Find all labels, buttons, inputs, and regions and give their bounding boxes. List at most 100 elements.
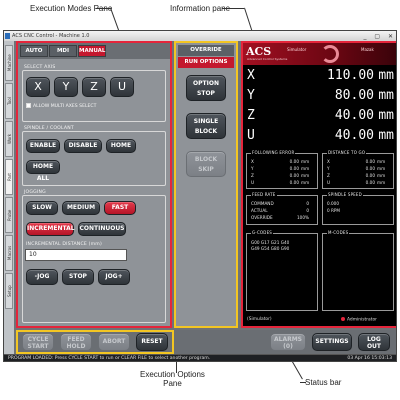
distance-to-go-row: Y 0.00 mm <box>327 166 385 171</box>
tab-auto[interactable]: AUTO <box>20 45 48 57</box>
vtab-work[interactable]: Work <box>5 121 13 157</box>
feed-hold-line-2: HOLD <box>66 343 86 350</box>
row-axis: X <box>327 159 330 164</box>
logout-line-2: OUT <box>366 343 382 350</box>
vtab-part[interactable]: Part <box>5 159 13 195</box>
row-value: 0.00 <box>365 166 375 171</box>
tab-manual[interactable]: MANUAL <box>78 45 106 57</box>
vtab-probe[interactable]: Probe <box>5 197 13 233</box>
logo-subtitle: Advanced Control Systems <box>247 57 288 61</box>
run-options-header[interactable]: RUN OPTIONS <box>178 57 234 68</box>
banner-simulator-label: Simulator <box>287 47 307 52</box>
reset-button[interactable]: RESET <box>136 333 168 351</box>
m-codes-panel: M-CODES <box>322 230 394 311</box>
row-axis: Z <box>327 173 330 178</box>
disable-button[interactable]: DISABLE <box>64 139 102 153</box>
row-label: OVERRIDE <box>251 215 273 220</box>
following-error-row: X 0.00 mm <box>251 159 309 164</box>
cycle-start-line-2: START <box>27 343 49 350</box>
allow-multi-axes-row[interactable]: ALLOW MULTI AXES SELECT <box>26 103 96 109</box>
following-error-row: Z 0.00 mm <box>251 173 309 178</box>
g-codes-list: G00 G17 G21 G40 G49 G54 G80 G90 <box>251 240 290 251</box>
row-value: 0.00 <box>365 173 375 178</box>
single-block-line-1: SINGLE <box>193 118 219 125</box>
following-error-panel: FOLLOWING ERROR X 0.00 mm Y 0.00 mm Z 0.00 mm … <box>246 150 318 189</box>
jog-minus-button[interactable]: -JOG <box>26 269 58 285</box>
dro-row-u: U 40.00 mm <box>247 128 396 145</box>
row-axis: Y <box>251 166 254 171</box>
feed-rate-row: COMMAND 0 <box>251 201 309 206</box>
jog-medium-button[interactable]: MEDIUM <box>62 201 100 215</box>
row-value: 0.00 <box>289 159 299 164</box>
single-block-button[interactable]: SINGLE BLOCK <box>186 113 226 139</box>
user-name: Administrator <box>347 317 377 323</box>
row-axis: Y <box>327 166 330 171</box>
allow-multi-axes-checkbox[interactable] <box>26 103 31 108</box>
simulator-label: (Simulator) <box>247 317 272 322</box>
alarms-button[interactable]: ALARMS (0) <box>270 333 306 351</box>
app-window: ACS CNC Control - Machine 1.0 _ ▢ ✕ Mach… <box>3 30 397 362</box>
row-value: 0.00 <box>365 180 375 185</box>
jog-slow-button[interactable]: SLOW <box>26 201 58 215</box>
following-error-row: U 0.00 mm <box>251 180 309 185</box>
window-title: ACS CNC Control - Machine 1.0 <box>12 33 90 39</box>
jog-fast-button[interactable]: FAST <box>104 201 136 215</box>
mode-tabs: AUTO MDI MANUAL <box>18 43 170 59</box>
spindle-speed-panel: SPINDLE SPEED 0.000 0 RPM <box>322 192 394 225</box>
row-unit: mm <box>377 173 386 178</box>
abort-button[interactable]: ABORT <box>98 333 130 351</box>
feed-hold-line-1: FEED <box>67 336 85 343</box>
vtab-tool[interactable]: Tool <box>5 83 13 119</box>
incremental-button[interactable]: INCREMENTAL <box>26 222 75 236</box>
axis-u-button[interactable]: U <box>110 77 134 97</box>
dro-row-z: Z 40.00 mm <box>247 108 396 125</box>
row-unit: mm <box>301 180 310 185</box>
option-stop-button[interactable]: OPTION STOP <box>186 75 226 101</box>
axis-z-button[interactable]: Z <box>82 77 106 97</box>
row-unit: mm <box>301 159 310 164</box>
callout-line-2: Pane <box>163 379 182 388</box>
cycle-start-line-1: CYCLE <box>27 336 49 343</box>
feed-hold-button[interactable]: FEED HOLD <box>60 333 92 351</box>
tab-mdi[interactable]: MDI <box>49 45 77 57</box>
logout-button[interactable]: LOG OUT <box>358 333 390 351</box>
jog-plus-button[interactable]: JOG+ <box>98 269 130 285</box>
axis-y-button[interactable]: Y <box>54 77 78 97</box>
jog-distance-label: INCREMENTAL DISTANCE (mm) <box>26 242 102 247</box>
callout-status-bar: Status bar <box>305 378 342 387</box>
settings-button[interactable]: SETTINGS <box>312 333 352 351</box>
option-stop-line-2: STOP <box>197 90 215 97</box>
dro-value: 40.00 <box>334 108 374 123</box>
dro-value: 40.00 <box>334 128 374 143</box>
title-bar: ACS CNC Control - Machine 1.0 _ ▢ ✕ <box>4 31 396 41</box>
cycle-start-button[interactable]: CYCLE START <box>22 333 54 351</box>
jog-stop-button[interactable]: STOP <box>62 269 94 285</box>
row-unit: mm <box>301 173 310 178</box>
information-pane: ACS Advanced Control Systems Simulator M… <box>241 41 396 328</box>
single-block-line-2: BLOCK <box>194 128 218 135</box>
home-all-button[interactable]: HOME ALL <box>26 160 60 182</box>
block-skip-line-1: BLOCK <box>194 156 218 163</box>
row-unit: mm <box>301 166 310 171</box>
vtab-macros[interactable]: Macros <box>5 235 13 271</box>
following-error-title: FOLLOWING ERROR <box>251 150 296 155</box>
app-icon <box>5 33 10 39</box>
leader-line <box>96 8 110 9</box>
vtab-machine[interactable]: Machine <box>5 45 13 81</box>
row-unit: mm <box>377 166 386 171</box>
override-header[interactable]: OVERRIDE <box>178 45 234 56</box>
row-unit: mm <box>377 159 386 164</box>
block-skip-button[interactable]: BLOCK SKIP <box>186 151 226 177</box>
continuous-button[interactable]: CONTINUOUS <box>78 222 126 236</box>
dro-value: 80.00 <box>334 88 374 103</box>
home-button[interactable]: HOME <box>106 139 136 153</box>
bottom-button-bar: CYCLE START FEED HOLD ABORT RESET ALARMS… <box>16 330 396 354</box>
dro-axis-label: U <box>247 128 255 143</box>
vtab-setup[interactable]: Setup <box>5 273 13 309</box>
dro-unit: mm <box>378 68 394 83</box>
dro-value: 110.00 <box>327 68 374 83</box>
spindle-speed-title: SPINDLE SPEED <box>327 192 363 197</box>
jog-distance-field[interactable]: 10 <box>25 249 127 261</box>
enable-button[interactable]: ENABLE <box>26 139 60 153</box>
axis-x-button[interactable]: X <box>26 77 50 97</box>
